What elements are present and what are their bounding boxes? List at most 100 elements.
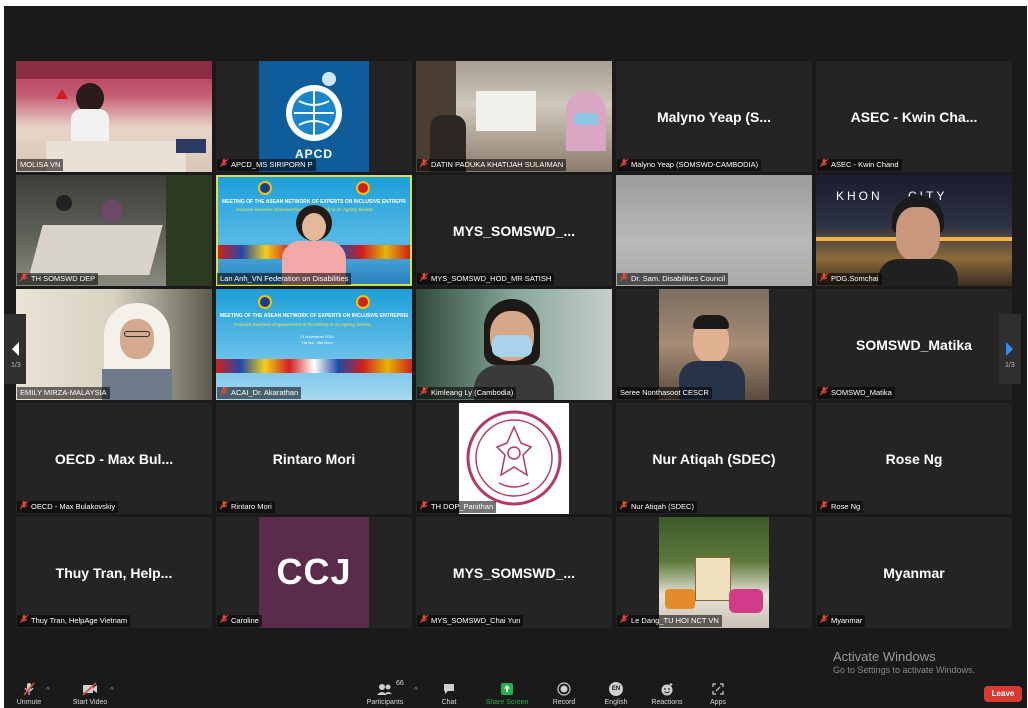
video-off-icon [82, 682, 97, 696]
banner-date: 24 November 2021 [300, 334, 335, 339]
muted-mic-icon [819, 159, 829, 168]
participants-options-caret-icon[interactable]: ^ [414, 686, 418, 695]
participant-tile-apcd[interactable]: APCD APCD_MS SIRIPORN P [216, 61, 412, 172]
participant-tile-asec[interactable]: ASEC - Kwin Cha... ASEC - Kwin Chand [816, 61, 1012, 172]
participant-tile-rintaro[interactable]: Rintaro Mori Rintaro Mori [216, 403, 412, 514]
participant-tile-lan-anh-active-speaker[interactable]: MEETING OF THE ASEAN NETWORK OF EXPERTS … [216, 175, 412, 286]
participant-name-label: Rose Ng [817, 501, 864, 513]
participant-tile-mys-chai[interactable]: MYS_SOMSWD_... MYS_SOMSWD_Chai Yun [416, 517, 612, 628]
apps-button[interactable]: Apps [706, 678, 730, 708]
video-feed [616, 175, 812, 286]
participant-name-label: Kimleang Ly (Cambodia) [417, 387, 517, 399]
chat-bubble-icon [444, 684, 454, 694]
language-badge-icon: EN [609, 682, 623, 696]
vietnam-emblem [356, 295, 370, 309]
activate-windows-watermark-subtitle: Go to Settings to activate Windows. [833, 665, 976, 675]
chevron-right-icon [1006, 342, 1013, 356]
ccj-logo-text: CCJ [276, 551, 352, 592]
participant-name-label: MOLISA VN [17, 159, 64, 171]
apcd-logo: APCD [259, 61, 369, 172]
leave-meeting-button[interactable]: Leave [984, 686, 1022, 702]
meeting-toolbar: Unmute ^ Start Video ^ 66 Participants ^ [4, 678, 1027, 708]
participant-tile-malyno[interactable]: Malyno Yeap (S... Malyno Yeap (SOMSWD-CA… [616, 61, 812, 172]
participant-tile-pdg-somchai[interactable]: KHON CITY PDG.Somchai [816, 175, 1012, 286]
participants-label: Participants [366, 699, 404, 706]
participant-tile-th-dop[interactable]: TH DOP_Panithan [416, 403, 612, 514]
participant-name-label: Nur Atiqah (SDEC) [617, 501, 697, 513]
banner-place: Ha Noi, Viet Nam [302, 340, 333, 345]
record-icon [557, 682, 571, 696]
participant-tile-seree[interactable]: Seree Nonthasoot CESCR [616, 289, 812, 400]
participant-tile-kimleang[interactable]: Kimleang Ly (Cambodia) [416, 289, 612, 400]
seal-logo [459, 403, 569, 514]
participant-name-label: DATIN PADUKA KHATIJAH SULAIMAN [417, 159, 567, 171]
video-feed [16, 175, 212, 286]
participant-name-label: EMILY MIRZA-MALAYSIA [17, 387, 110, 399]
participant-name-label: Caroline [217, 615, 262, 627]
unmute-label: Unmute [16, 699, 42, 706]
smiley-face-icon [661, 683, 673, 696]
participant-name-label: ACAI_Dr. Akarathan [217, 387, 302, 399]
participant-display-name: Thuy Tran, Help... [55, 564, 173, 581]
video-options-caret-icon[interactable]: ^ [110, 686, 114, 695]
video-feed: MEETING OF THE ASEAN NETWORK OF EXPERTS … [218, 177, 410, 284]
language-interpretation-button[interactable]: EN English [602, 678, 630, 708]
participant-name-label: SOMSWD_Matika [817, 387, 895, 399]
participant-tile-le-dang[interactable]: Le Dang_TU HOI NCT VN [616, 517, 812, 628]
participant-display-name: Rose Ng [885, 450, 943, 467]
participant-tile-acai[interactable]: MEETING OF THE ASEAN NETWORK OF EXPERTS … [216, 289, 412, 400]
participant-display-name: SOMSWD_Matika [856, 336, 972, 353]
page-indicator-left: 1/3 [11, 362, 21, 369]
participant-name-label: TH DOP_Panithan [417, 501, 497, 513]
participant-tile-nur-atiqah[interactable]: Nur Atiqah (SDEC) Nur Atiqah (SDEC) [616, 403, 812, 514]
share-screen-button[interactable]: Share Screen [484, 678, 530, 708]
next-page-button[interactable] [999, 314, 1021, 384]
video-feed: MEETING OF THE ASEAN NETWORK OF EXPERTS … [216, 289, 412, 400]
participant-tile-th-somswd[interactable]: TH SOMSWD DEP [16, 175, 212, 286]
muted-mic-icon [419, 387, 429, 396]
banner-subtitle: Inclusive Business Empowerment of the El… [234, 322, 371, 327]
participant-name-label: Malyno Yeap (SOMSWD-CAMBODIA) [617, 159, 762, 171]
participant-name-label: MYS_SOMSWD_Chai Yun [417, 615, 524, 627]
participants-icon [377, 684, 392, 695]
record-button[interactable]: Record [550, 678, 578, 708]
participant-name-label: Dr. Sam. Disabilities Council [617, 273, 729, 285]
muted-mic-icon [219, 159, 229, 168]
participant-tile-caroline[interactable]: CCJ Caroline [216, 517, 412, 628]
participant-tile-thuy-tran[interactable]: Thuy Tran, Help... Thuy Tran, HelpAge Vi… [16, 517, 212, 628]
start-video-button[interactable]: Start Video [68, 678, 112, 708]
video-feed [16, 61, 212, 172]
participant-display-name: Nur Atiqah (SDEC) [652, 450, 776, 467]
muted-mic-icon [19, 273, 29, 282]
participant-tile-emily[interactable]: EMILY MIRZA-MALAYSIA [16, 289, 212, 400]
vietnam-emblem [356, 181, 370, 195]
participant-name-label: OECD - Max Bulakovskiy [17, 501, 119, 513]
unmute-button[interactable]: Unmute [12, 678, 46, 708]
muted-mic-icon [619, 615, 629, 624]
participant-tile-datin[interactable]: DATIN PADUKA KHATIJAH SULAIMAN [416, 61, 612, 172]
reactions-button[interactable]: Reactions [650, 678, 684, 708]
audio-options-caret-icon[interactable]: ^ [46, 686, 50, 695]
participant-tile-mys-hod[interactable]: MYS_SOMSWD_... MYS_SOMSWD_HOD_MR SATISH [416, 175, 612, 286]
activate-windows-watermark-title: Activate Windows [833, 649, 936, 664]
muted-mic-icon [419, 273, 429, 282]
participant-tile-rose-ng[interactable]: Rose Ng Rose Ng [816, 403, 1012, 514]
participant-tile-matika[interactable]: SOMSWD_Matika SOMSWD_Matika [816, 289, 1012, 400]
previous-page-button[interactable] [4, 314, 26, 384]
apps-icon [712, 683, 724, 695]
muted-mic-icon [619, 273, 629, 282]
muted-mic-icon [819, 501, 829, 510]
english-label: English [604, 699, 628, 706]
participants-button[interactable]: 66 Participants [362, 678, 408, 708]
participant-name-label: Le Dang_TU HOI NCT VN [617, 615, 722, 627]
participant-tile-myanmar[interactable]: Myanmar Myanmar [816, 517, 1012, 628]
participant-tile-dr-sam[interactable]: Dr. Sam. Disabilities Council [616, 175, 812, 286]
participant-tile-molisa[interactable]: MOLISA VN [16, 61, 212, 172]
participant-name-label: ASEC - Kwin Chand [817, 159, 902, 171]
muted-mic-icon [419, 159, 429, 168]
chat-label: Chat [441, 699, 457, 706]
chat-button[interactable]: Chat [436, 678, 462, 708]
participant-display-name: Rintaro Mori [272, 450, 356, 467]
profile-photo [659, 517, 769, 628]
participant-tile-oecd[interactable]: OECD - Max Bul... OECD - Max Bulakovskiy [16, 403, 212, 514]
